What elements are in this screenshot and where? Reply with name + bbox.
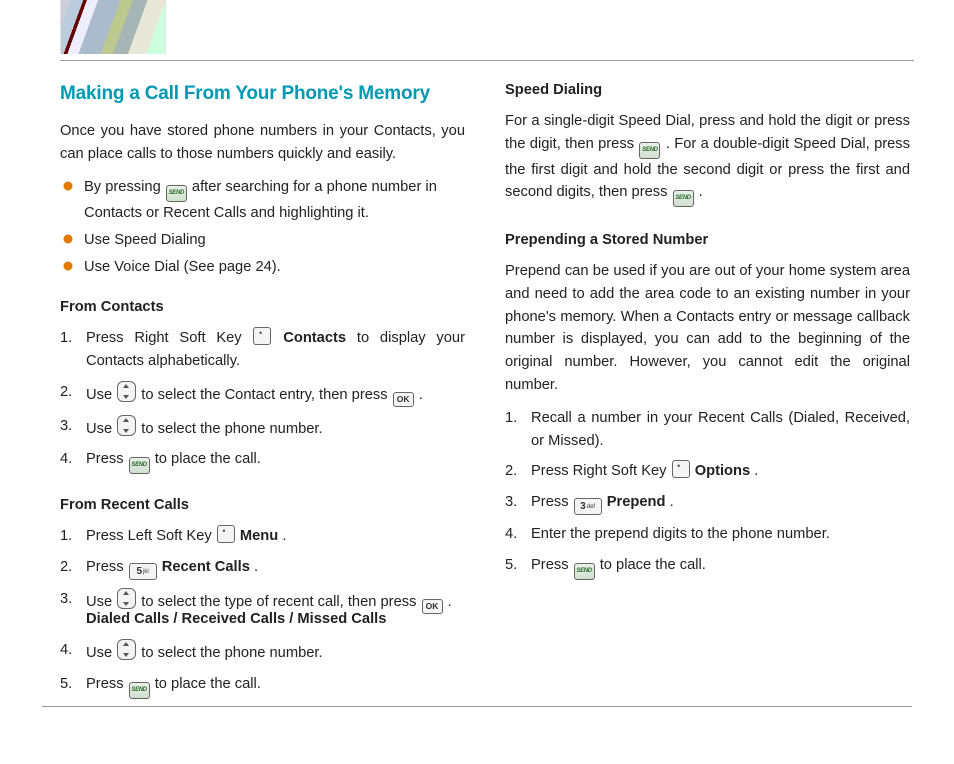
ok-key-icon: OK — [422, 599, 443, 614]
list-item: By pressing SEND after searching for a p… — [60, 176, 465, 225]
text: to place the call. — [155, 451, 261, 467]
text: Press — [86, 559, 128, 575]
left-column: Making a Call From Your Phone's Memory O… — [60, 79, 465, 719]
key-label: Options — [695, 463, 750, 479]
text: . — [282, 528, 286, 544]
list-item: Press Right Soft Key Contacts to display… — [60, 327, 465, 373]
text: . — [448, 594, 452, 610]
send-key-icon: SEND — [673, 190, 694, 207]
text: . — [419, 387, 423, 403]
text: . — [254, 559, 258, 575]
page-body: Making a Call From Your Phone's Memory O… — [0, 61, 954, 719]
nav-key-icon — [117, 381, 136, 402]
key-label: Contacts — [283, 330, 346, 346]
five-key-icon: 5jkl — [129, 563, 157, 580]
text: . — [754, 463, 758, 479]
right-column: Speed Dialing For a single-digit Speed D… — [505, 79, 910, 719]
text: Use — [86, 387, 116, 403]
nav-key-icon — [117, 415, 136, 436]
list-item: Use Speed Dialing — [60, 229, 465, 252]
prepend-steps: Recall a number in your Recent Calls (Di… — [505, 407, 910, 580]
text: Press — [86, 451, 128, 467]
list-item: Recall a number in your Recent Calls (Di… — [505, 407, 910, 453]
text: . — [670, 494, 674, 510]
from-recent-calls-steps: Press Left Soft Key Menu . Press 5jkl Re… — [60, 525, 465, 698]
text: By pressing — [84, 179, 165, 195]
text: . — [699, 184, 703, 200]
list-item: Press SEND to place the call. — [505, 554, 910, 580]
list-item: Use to select the phone number. — [60, 415, 465, 441]
section-heading: From Contacts — [60, 296, 465, 319]
footer-rule — [42, 706, 912, 707]
send-key-icon: SEND — [166, 185, 187, 202]
left-soft-key-icon — [217, 525, 235, 543]
prepend-text: Prepend can be used if you are out of yo… — [505, 260, 910, 397]
page-title: Making a Call From Your Phone's Memory — [60, 79, 465, 108]
key-label: Menu — [240, 528, 278, 544]
text: to select the phone number. — [141, 645, 322, 661]
list-item: Use to select the type of recent call, t… — [60, 588, 465, 631]
send-key-icon: SEND — [639, 142, 660, 159]
text: Press Right Soft Key — [531, 463, 671, 479]
section-heading: Speed Dialing — [505, 79, 910, 102]
key-label: Prepend — [607, 494, 666, 510]
list-item: Use Voice Dial (See page 24). — [60, 256, 465, 279]
section-heading: From Recent Calls — [60, 494, 465, 517]
intro-bullets: By pressing SEND after searching for a p… — [60, 176, 465, 278]
list-item: Press 3def Prepend . — [505, 491, 910, 515]
text: to select the phone number. — [141, 421, 322, 437]
list-item: Enter the prepend digits to the phone nu… — [505, 523, 910, 546]
call-types: Dialed Calls / Received Calls / Missed C… — [86, 608, 465, 631]
intro-text: Once you have stored phone numbers in yo… — [60, 120, 465, 166]
text: Press — [531, 557, 573, 573]
text: Press Right Soft Key — [86, 330, 252, 346]
nav-key-icon — [117, 588, 136, 609]
text: to place the call. — [600, 557, 706, 573]
list-item: Use to select the phone number. — [60, 639, 465, 665]
from-contacts-steps: Press Right Soft Key Contacts to display… — [60, 327, 465, 474]
text: Press — [531, 494, 573, 510]
text: to select the Contact entry, then press — [141, 387, 391, 403]
three-key-icon: 3def — [574, 498, 602, 515]
chapter-image — [60, 0, 166, 54]
send-key-icon: SEND — [129, 457, 150, 474]
list-item: Use to select the Contact entry, then pr… — [60, 381, 465, 407]
speed-dial-text: For a single-digit Speed Dial, press and… — [505, 110, 910, 208]
page-header — [0, 0, 954, 61]
right-soft-key-icon — [253, 327, 271, 345]
list-item: Press SEND to place the call. — [60, 448, 465, 474]
send-key-icon: SEND — [129, 682, 150, 699]
right-soft-key-icon — [672, 460, 690, 478]
list-item: Press SEND to place the call. — [60, 673, 465, 699]
nav-key-icon — [117, 639, 136, 660]
ok-key-icon: OK — [393, 392, 414, 407]
text: Use — [86, 421, 116, 437]
text: Use — [86, 645, 116, 661]
send-key-icon: SEND — [574, 563, 595, 580]
key-label: Recent Calls — [162, 559, 250, 575]
list-item: Press Right Soft Key Options . — [505, 460, 910, 483]
list-item: Press Left Soft Key Menu . — [60, 525, 465, 548]
section-heading: Prepending a Stored Number — [505, 229, 910, 252]
text: to place the call. — [155, 676, 261, 692]
list-item: Press 5jkl Recent Calls . — [60, 556, 465, 580]
text: Press Left Soft Key — [86, 528, 216, 544]
text: Press — [86, 676, 128, 692]
